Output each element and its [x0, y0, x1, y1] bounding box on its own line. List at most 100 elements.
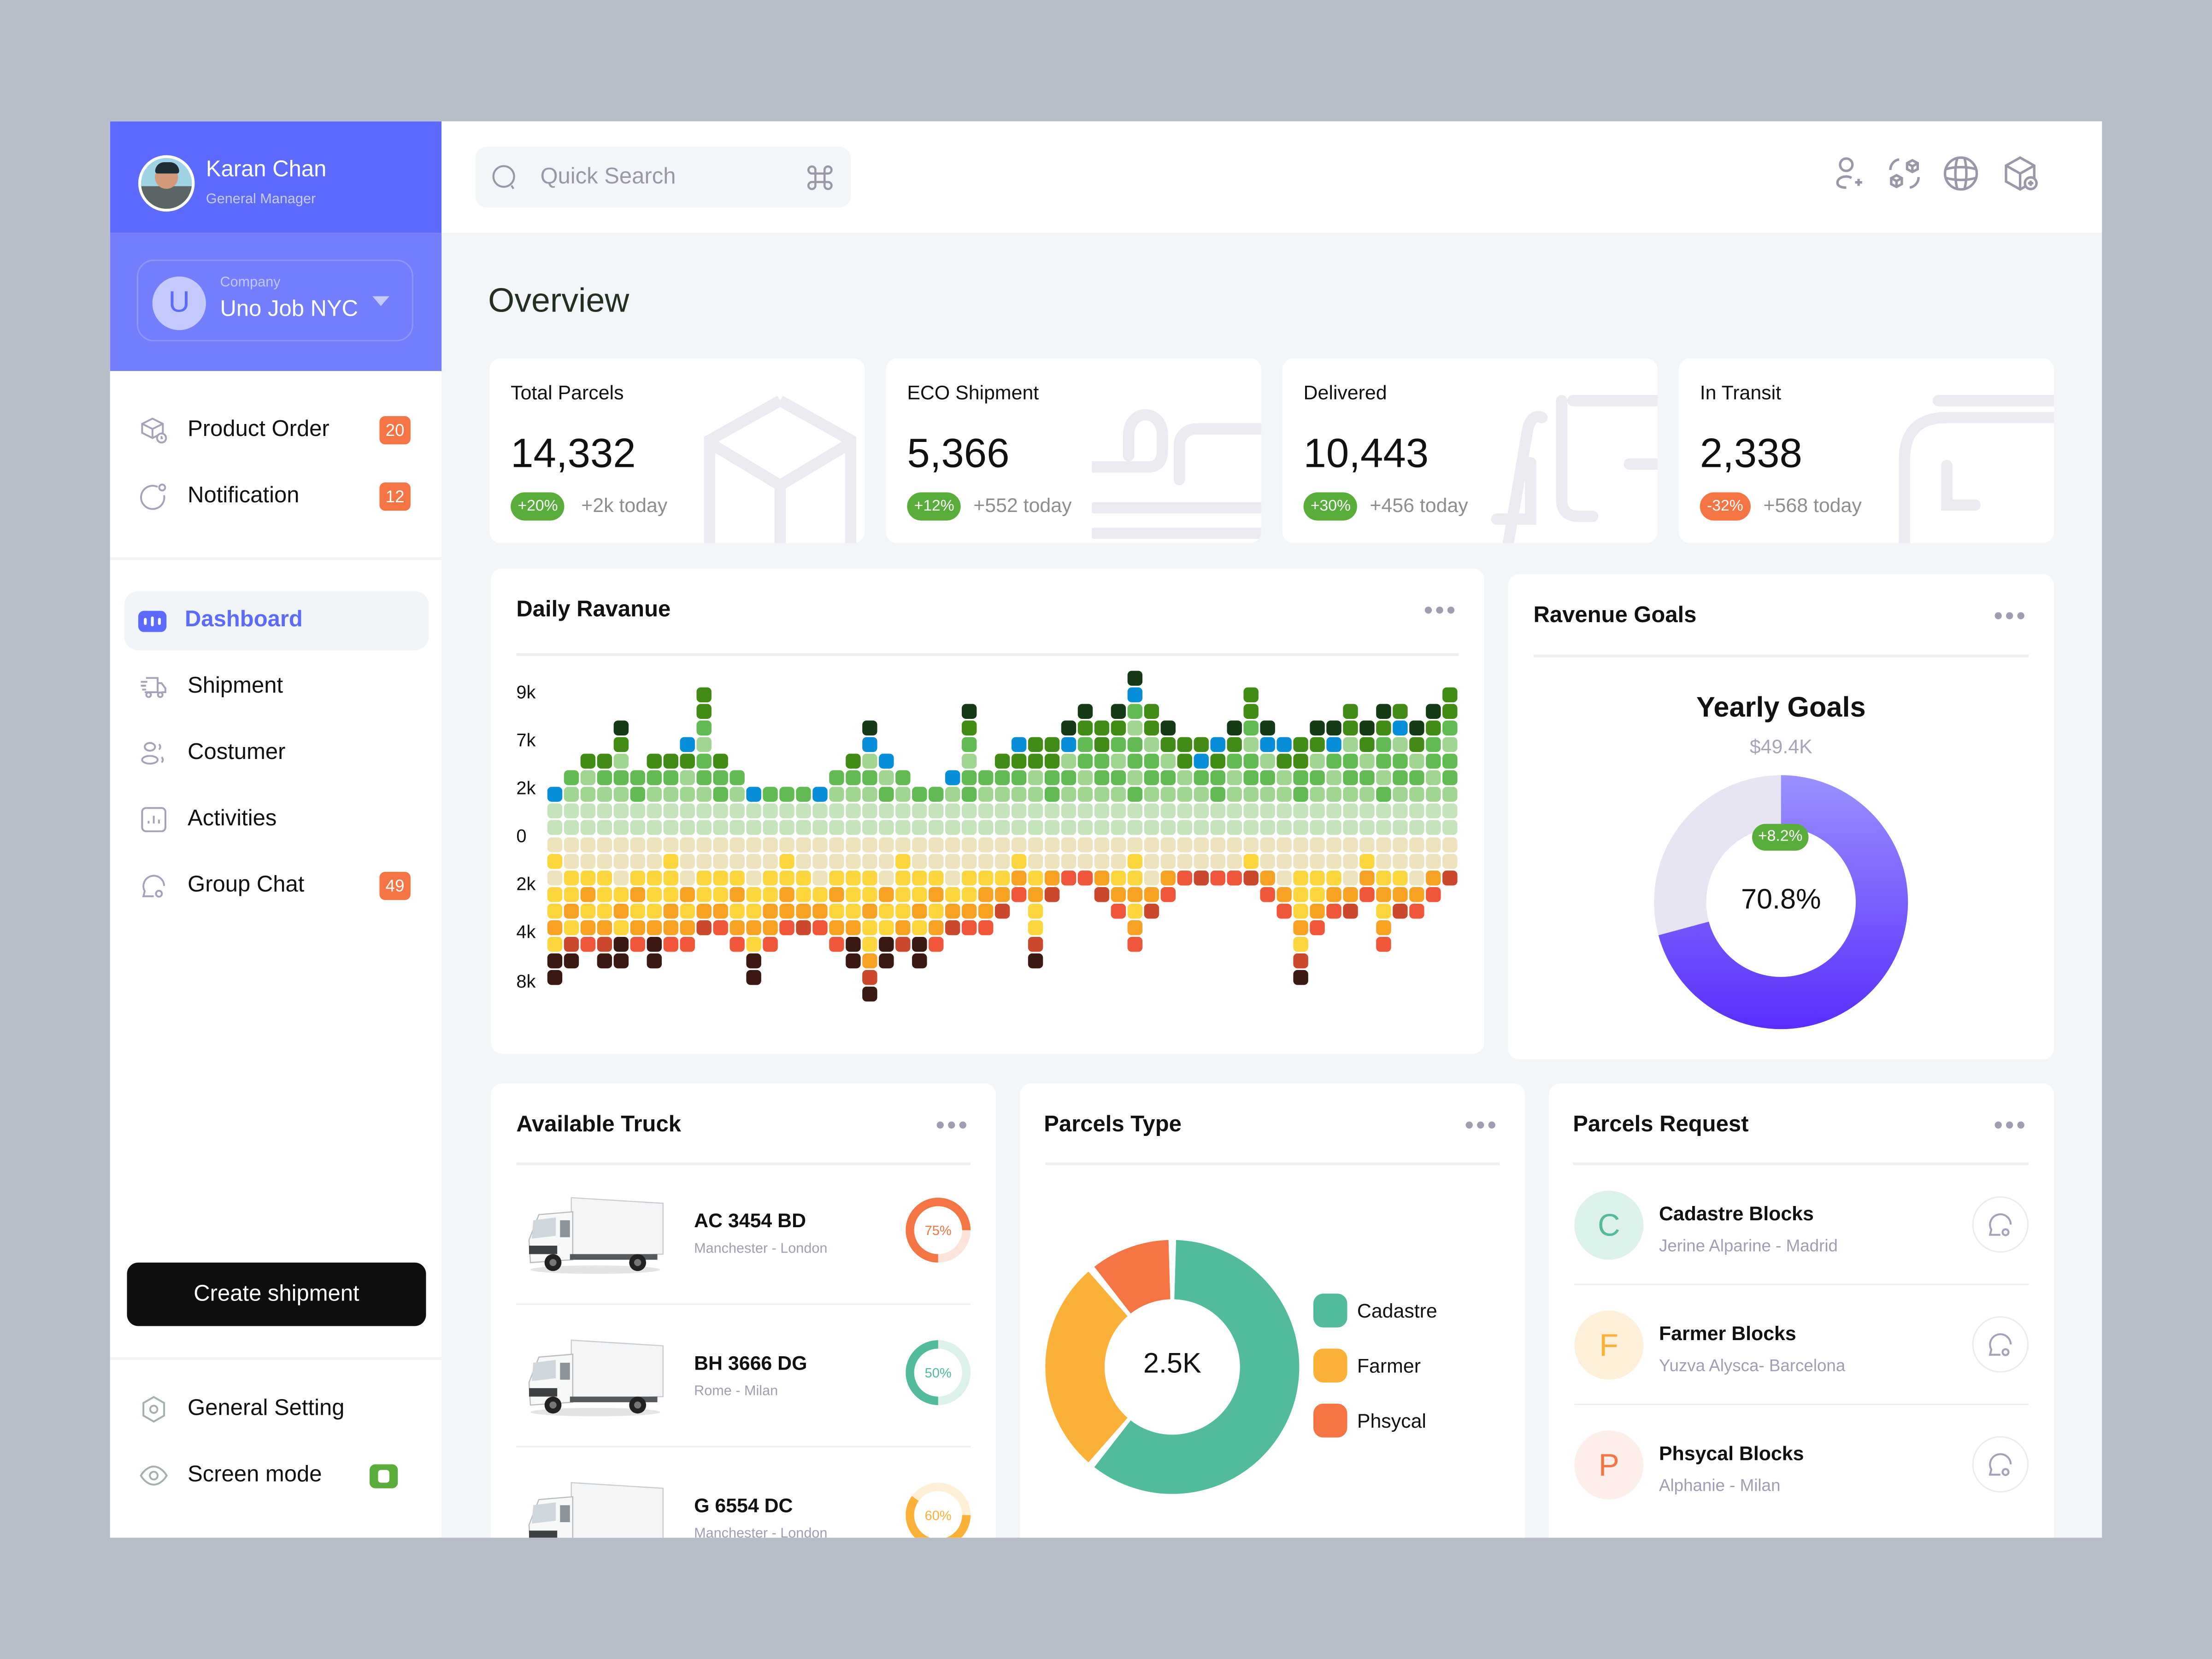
search-input[interactable]	[537, 162, 783, 194]
revenue-dot	[1326, 737, 1341, 752]
truck-row[interactable]: G 6554 DC Manchester - London 60%	[516, 1449, 971, 1538]
request-row[interactable]: C Cadastre Blocks Jerine Alparine - Madr…	[1574, 1165, 2029, 1285]
revenue-dot	[1160, 787, 1176, 802]
profile-role: General Manager	[206, 192, 316, 207]
revenue-dot	[1293, 753, 1308, 769]
cost-dot	[779, 920, 794, 935]
legend-label: Cadastre	[1357, 1299, 1437, 1322]
sidebar-item-group-chat[interactable]: Group Chat 49	[124, 856, 429, 916]
sidebar-item-costumer[interactable]: Costumer	[124, 724, 429, 783]
revenue-dot	[1310, 803, 1325, 818]
chat-button[interactable]	[1972, 1436, 2029, 1493]
truck-row[interactable]: AC 3454 BD Manchester - London 75%	[516, 1164, 971, 1305]
cost-dot	[663, 854, 678, 869]
revenue-dot	[1243, 687, 1259, 703]
quick-search[interactable]	[475, 147, 851, 207]
request-row[interactable]: F Farmer Blocks Yuzva Alysca- Barcelona	[1574, 1285, 2029, 1405]
cost-dot	[1011, 837, 1027, 853]
revenue-dot	[1409, 803, 1424, 818]
chat-button[interactable]	[1972, 1316, 2029, 1373]
request-name: Farmer Blocks	[1659, 1322, 1796, 1345]
cost-dot	[1326, 887, 1341, 902]
cost-dot	[1260, 887, 1275, 902]
revenue-dot	[663, 753, 678, 769]
revenue-dot	[564, 770, 579, 785]
sidebar-item-product-order[interactable]: Product Order 20	[124, 400, 429, 460]
cost-dot	[1426, 871, 1441, 886]
cost-dot	[1160, 837, 1176, 853]
revenue-dot	[1194, 753, 1209, 769]
revenue-dot	[729, 803, 745, 818]
request-row[interactable]: P Phsycal Blocks Alphanie - Milan	[1574, 1405, 2029, 1525]
cost-dot	[1144, 887, 1159, 902]
revenue-dot	[1094, 787, 1110, 802]
cost-dot	[978, 871, 994, 886]
revenue-dot	[1260, 770, 1275, 785]
revenue-dot	[1044, 770, 1060, 785]
revenue-dot	[1111, 753, 1126, 769]
revenue-dot	[1426, 820, 1441, 835]
revenue-dot	[1376, 753, 1391, 769]
revenue-dot	[680, 737, 695, 752]
more-options-icon[interactable]	[1994, 612, 2026, 621]
revenue-dot	[630, 803, 646, 818]
sidebar-item-general-setting[interactable]: General Setting	[124, 1380, 429, 1439]
legend-swatch	[1313, 1348, 1347, 1382]
cost-dot	[929, 837, 944, 853]
revenue-dot	[696, 737, 712, 752]
more-options-icon[interactable]	[1994, 1121, 2026, 1130]
add-box-icon[interactable]	[1999, 153, 2041, 195]
revenue-dot	[663, 803, 678, 818]
add-user-icon[interactable]	[1827, 153, 1869, 195]
revenue-dot	[1442, 803, 1458, 818]
revenue-dot	[696, 820, 712, 835]
cost-dot	[1177, 837, 1193, 853]
globe-icon[interactable]	[1940, 153, 1982, 195]
screen-mode-toggle[interactable]	[370, 1464, 398, 1488]
revenue-dot	[1094, 720, 1110, 735]
revenue-dot	[746, 803, 761, 818]
chat-button[interactable]	[1972, 1196, 2029, 1253]
cost-dot	[1409, 871, 1424, 886]
sidebar-item-notification[interactable]: Notification 12	[124, 467, 429, 526]
sidebar-item-shipment[interactable]: Shipment	[124, 658, 429, 717]
cost-dot	[796, 837, 811, 853]
dashboard-icon	[138, 611, 167, 632]
revenue-dot	[1144, 787, 1159, 802]
cost-dot	[1210, 837, 1225, 853]
company-selector[interactable]: U Company Uno Job NYC	[136, 259, 413, 341]
cost-dot	[945, 920, 960, 935]
revenue-dot	[1094, 753, 1110, 769]
revenue-dot	[1044, 787, 1060, 802]
revenue-dot	[1310, 753, 1325, 769]
cost-dot	[895, 871, 911, 886]
revenue-dot	[630, 770, 646, 785]
sidebar-item-screen-mode[interactable]: Screen mode	[124, 1446, 429, 1506]
more-options-icon[interactable]	[1465, 1121, 1497, 1130]
truck-route: Manchester - London	[694, 1241, 828, 1257]
profile-header[interactable]: Karan Chan General Manager	[110, 121, 442, 233]
truck-row[interactable]: BH 3666 DG Rome - Milan 50%	[516, 1306, 971, 1447]
cost-dot	[994, 837, 1010, 853]
cost-dot	[580, 904, 596, 919]
cost-dot	[729, 936, 745, 952]
cost-dot	[829, 854, 844, 869]
revenue-dot	[862, 770, 877, 785]
revenue-dot	[994, 787, 1010, 802]
cost-dot	[597, 920, 612, 935]
revenue-dot	[1144, 820, 1159, 835]
cost-dot	[580, 887, 596, 902]
create-shipment-button[interactable]: Create shipment	[127, 1262, 426, 1326]
cost-dot	[879, 904, 894, 919]
revenue-dot	[1127, 671, 1143, 686]
cost-dot	[696, 871, 712, 886]
boxes-sync-icon[interactable]	[1883, 153, 1926, 195]
revenue-dot	[680, 753, 695, 769]
cost-dot	[978, 854, 994, 869]
sidebar-item-dashboard[interactable]: Dashboard	[124, 591, 429, 651]
sidebar-item-activities[interactable]: Activities	[124, 790, 429, 849]
revenue-dot	[1442, 687, 1458, 703]
revenue-dot	[1442, 770, 1458, 785]
revenue-dot	[912, 787, 927, 802]
more-options-icon[interactable]	[936, 1121, 968, 1130]
